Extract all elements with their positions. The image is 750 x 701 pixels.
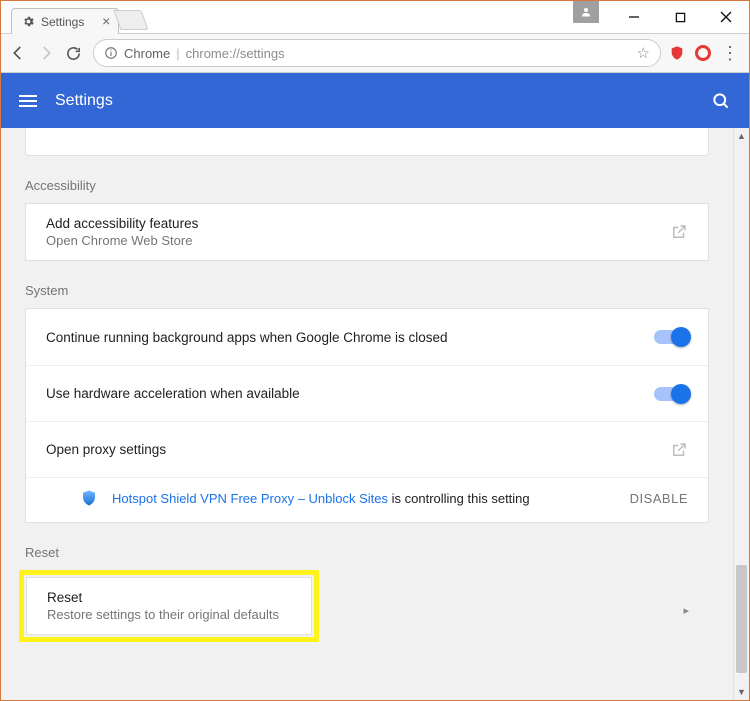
bookmark-star-icon[interactable]: ☆: [637, 44, 650, 62]
open-proxy-settings-row[interactable]: Open proxy settings: [26, 421, 708, 477]
extension-o-icon[interactable]: [693, 43, 713, 63]
extension-suffix: is controlling this setting: [388, 491, 530, 506]
gear-icon: [22, 15, 35, 28]
row-title: Add accessibility features: [46, 216, 658, 231]
url-separator: |: [176, 46, 179, 61]
row-title: Open proxy settings: [46, 442, 658, 457]
forward-button[interactable]: [37, 44, 59, 62]
background-apps-toggle[interactable]: [654, 330, 688, 344]
row-subtitle: Restore settings to their original defau…: [47, 607, 291, 622]
vertical-scrollbar[interactable]: ▲ ▼: [733, 128, 749, 700]
reset-card: Reset Restore settings to their original…: [26, 577, 312, 635]
open-external-icon: [670, 441, 688, 459]
section-label-system: System: [25, 283, 709, 298]
settings-appbar: Settings: [1, 73, 749, 128]
profile-badge[interactable]: [573, 1, 599, 23]
window-titlebar: Settings ×: [1, 1, 749, 33]
hardware-acceleration-toggle[interactable]: [654, 387, 688, 401]
tab-strip: Settings ×: [1, 2, 145, 34]
reload-button[interactable]: [65, 45, 87, 62]
background-apps-row[interactable]: Continue running background apps when Go…: [26, 309, 708, 365]
settings-content: Accessibility Add accessibility features…: [1, 128, 733, 700]
hardware-acceleration-row[interactable]: Use hardware acceleration when available: [26, 365, 708, 421]
reset-highlight: Reset Restore settings to their original…: [19, 570, 319, 642]
row-subtitle: Open Chrome Web Store: [46, 233, 658, 248]
add-accessibility-features-row[interactable]: Add accessibility features Open Chrome W…: [26, 204, 708, 260]
browser-menu-button[interactable]: ⋮: [719, 44, 741, 62]
open-external-icon: [670, 223, 688, 241]
url-scheme-label: Chrome: [124, 46, 170, 61]
shield-icon: [80, 488, 98, 508]
settings-search-icon[interactable]: [711, 91, 731, 111]
address-bar[interactable]: Chrome | chrome://settings ☆: [93, 39, 661, 67]
tab-close-icon[interactable]: ×: [102, 14, 110, 28]
reset-row[interactable]: Reset Restore settings to their original…: [27, 578, 311, 634]
row-title: Reset: [47, 590, 291, 605]
previous-section-card-bottom: [25, 128, 709, 156]
browser-toolbar: Chrome | chrome://settings ☆ ⋮: [1, 33, 749, 73]
settings-appbar-title: Settings: [55, 92, 693, 110]
window-close-button[interactable]: [703, 1, 749, 33]
back-button[interactable]: [9, 44, 31, 62]
window-maximize-button[interactable]: [657, 1, 703, 33]
chevron-right-icon: ▸: [683, 604, 689, 617]
browser-tab-settings[interactable]: Settings ×: [11, 8, 119, 34]
extension-shield-icon[interactable]: [667, 43, 687, 63]
section-label-reset: Reset: [25, 545, 709, 560]
scroll-down-arrow[interactable]: ▼: [734, 684, 749, 700]
url-text: chrome://settings: [186, 46, 631, 61]
section-label-accessibility: Accessibility: [25, 178, 709, 193]
info-icon[interactable]: [104, 46, 118, 60]
proxy-controlled-by-extension: Hotspot Shield VPN Free Proxy – Unblock …: [26, 477, 708, 522]
scroll-thumb[interactable]: [736, 565, 747, 673]
window-minimize-button[interactable]: [611, 1, 657, 33]
row-title: Use hardware acceleration when available: [46, 386, 642, 401]
system-card: Continue running background apps when Go…: [25, 308, 709, 523]
settings-viewport: Accessibility Add accessibility features…: [1, 128, 749, 700]
scroll-track[interactable]: [734, 144, 749, 684]
tab-title: Settings: [41, 15, 84, 29]
accessibility-card: Add accessibility features Open Chrome W…: [25, 203, 709, 261]
extension-controlling-text: Hotspot Shield VPN Free Proxy – Unblock …: [112, 491, 616, 506]
scroll-up-arrow[interactable]: ▲: [734, 128, 749, 144]
hamburger-menu-icon[interactable]: [19, 92, 37, 110]
new-tab-button[interactable]: [114, 10, 149, 30]
extension-link[interactable]: Hotspot Shield VPN Free Proxy – Unblock …: [112, 491, 388, 506]
disable-extension-button[interactable]: DISABLE: [630, 491, 688, 506]
row-title: Continue running background apps when Go…: [46, 330, 642, 345]
